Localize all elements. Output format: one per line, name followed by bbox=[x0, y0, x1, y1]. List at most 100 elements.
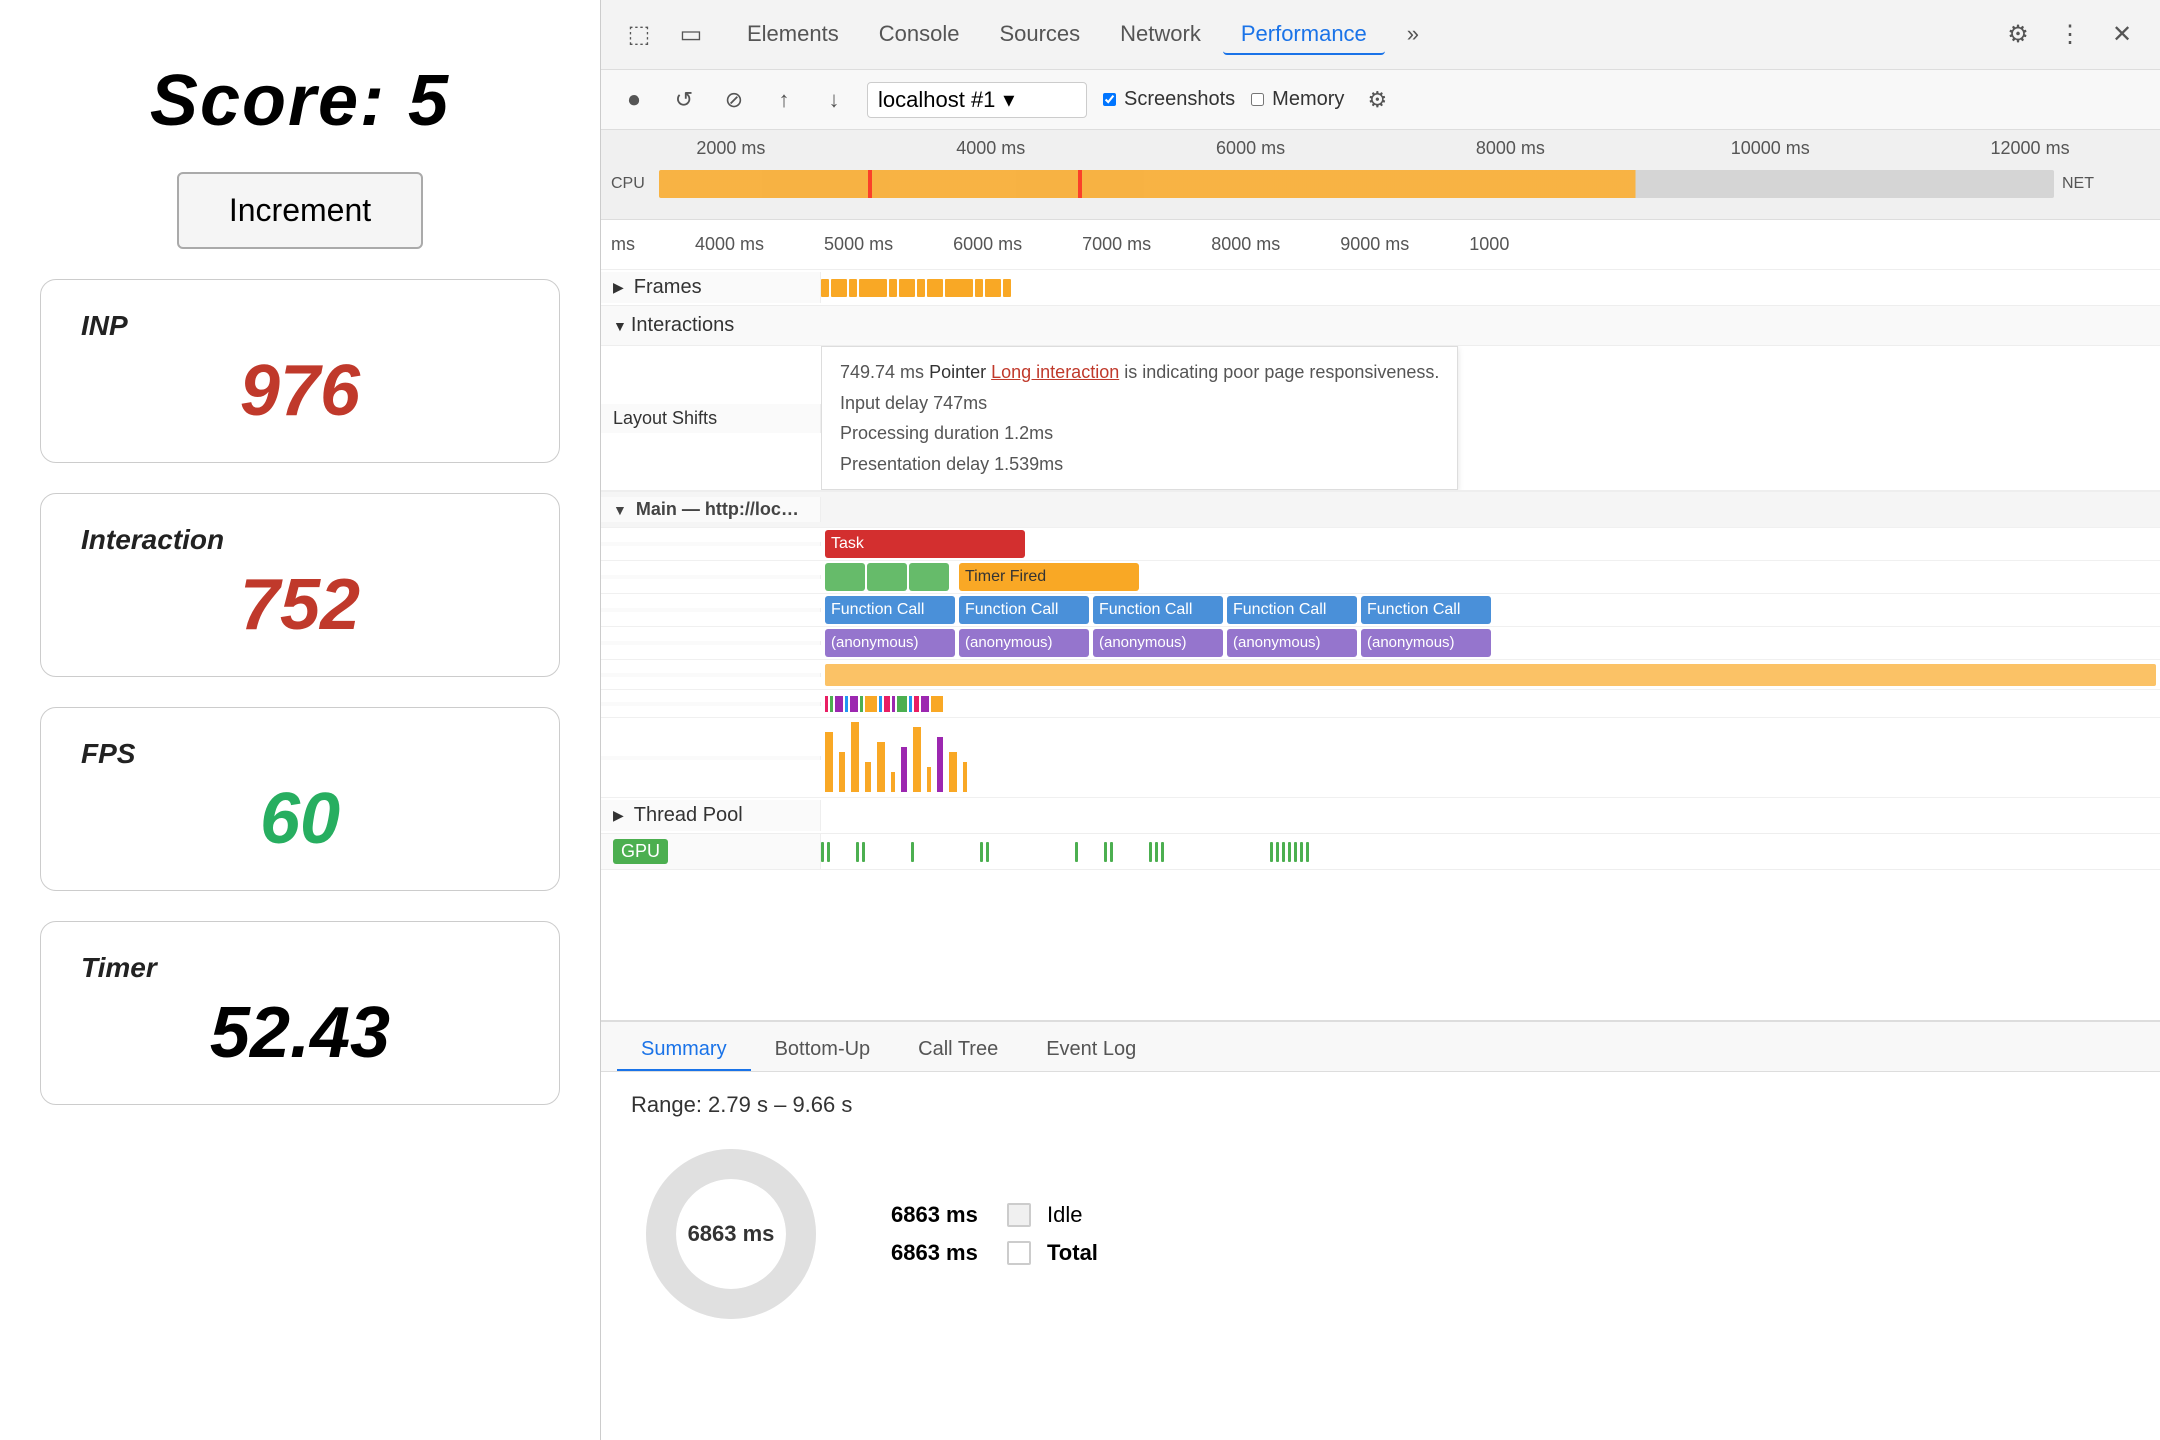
donut-chart: 6863 ms bbox=[631, 1134, 831, 1334]
download-button[interactable]: ↓ bbox=[817, 83, 851, 117]
long-yellow-label bbox=[601, 673, 821, 677]
gpu-bar-16 bbox=[1282, 842, 1285, 862]
screenshots-checkbox[interactable] bbox=[1103, 93, 1116, 106]
more-icon[interactable]: ⋮ bbox=[2052, 17, 2088, 53]
devtools-icon-group: ⬚ ▭ bbox=[621, 17, 709, 53]
inp-value: 976 bbox=[81, 350, 519, 432]
green-block-1 bbox=[825, 563, 865, 591]
tab-call-tree[interactable]: Call Tree bbox=[894, 1030, 1022, 1071]
device-icon[interactable]: ▭ bbox=[673, 17, 709, 53]
tab-network[interactable]: Network bbox=[1102, 15, 1219, 55]
clear-button[interactable]: ⊘ bbox=[717, 83, 751, 117]
tab-performance[interactable]: Performance bbox=[1223, 15, 1385, 55]
tick-7000: 7000 ms bbox=[1082, 234, 1151, 255]
tab-summary[interactable]: Summary bbox=[617, 1030, 751, 1071]
fc-block-4[interactable]: Function Call bbox=[1227, 596, 1357, 624]
anon-block-1[interactable]: (anonymous) bbox=[825, 629, 955, 657]
fps-value: 60 bbox=[81, 778, 519, 860]
url-dropdown-icon[interactable]: ▾ bbox=[1003, 87, 1014, 113]
summary-body: 6863 ms 6863 ms Idle 6863 ms Total bbox=[631, 1134, 2130, 1334]
layout-shifts-label: Layout Shifts bbox=[601, 404, 821, 433]
tiny-bar-1 bbox=[825, 696, 828, 712]
gpu-bar-8 bbox=[1075, 842, 1078, 862]
task-block[interactable]: Task bbox=[825, 530, 1025, 558]
settings-icon[interactable]: ⚙ bbox=[2000, 17, 2036, 53]
ruler-labels-top: 2000 ms 4000 ms 6000 ms 8000 ms 10000 ms… bbox=[601, 138, 2160, 159]
frames-label: ▶ Frames bbox=[601, 272, 821, 303]
timer-fired-row: Timer Fired bbox=[601, 561, 2160, 594]
tiny-bar-8 bbox=[879, 696, 882, 712]
ycol-6 bbox=[891, 772, 895, 792]
interaction-label: Interaction bbox=[81, 524, 519, 556]
tab-elements[interactable]: Elements bbox=[729, 15, 857, 55]
main-section-label: ▼ Main — http://localhost:5 bbox=[601, 497, 821, 522]
upload-button[interactable]: ↑ bbox=[767, 83, 801, 117]
fc-block-3[interactable]: Function Call bbox=[1093, 596, 1223, 624]
tick-1000: 1000 bbox=[1469, 234, 1509, 255]
gpu-bar-18 bbox=[1294, 842, 1297, 862]
tiny-bar-13 bbox=[914, 696, 919, 712]
memory-checkbox[interactable] bbox=[1251, 93, 1264, 106]
dense-row-1 bbox=[601, 690, 2160, 718]
fc-block-1[interactable]: Function Call bbox=[825, 596, 955, 624]
gpu-bar-15 bbox=[1276, 842, 1279, 862]
inspect-icon[interactable]: ⬚ bbox=[621, 17, 657, 53]
donut-center: 6863 ms bbox=[688, 1221, 775, 1247]
ruler-6000: 6000 ms bbox=[1121, 138, 1381, 159]
fc-block-2[interactable]: Function Call bbox=[959, 596, 1089, 624]
popup-timing: 749.74 ms bbox=[840, 362, 924, 382]
devtools-panel: ⬚ ▭ Elements Console Sources Network Per… bbox=[600, 0, 2160, 1440]
frames-content bbox=[821, 279, 2160, 297]
summary-legend: 6863 ms Idle 6863 ms Total bbox=[891, 1202, 1098, 1266]
increment-button[interactable]: Increment bbox=[177, 172, 423, 249]
fc-block-5[interactable]: Function Call bbox=[1361, 596, 1491, 624]
dense-label-1 bbox=[601, 702, 821, 706]
tiny-bar-2 bbox=[830, 696, 833, 712]
close-icon[interactable]: ✕ bbox=[2104, 17, 2140, 53]
anon-block-2[interactable]: (anonymous) bbox=[959, 629, 1089, 657]
range-text: Range: 2.79 s – 9.66 s bbox=[631, 1092, 2130, 1118]
tab-more[interactable]: » bbox=[1389, 15, 1437, 55]
tab-event-log[interactable]: Event Log bbox=[1022, 1030, 1160, 1071]
tracks-area[interactable]: ▶ Frames bbox=[601, 270, 2160, 1020]
green-block-2 bbox=[867, 563, 907, 591]
tab-sources[interactable]: Sources bbox=[981, 15, 1098, 55]
gpu-bar-5 bbox=[911, 842, 914, 862]
green-block-3 bbox=[909, 563, 949, 591]
timeline-area: 2000 ms 4000 ms 6000 ms 8000 ms 10000 ms… bbox=[601, 130, 2160, 1440]
tiny-bar-7 bbox=[865, 696, 877, 712]
tab-console[interactable]: Console bbox=[861, 15, 978, 55]
ycol-7 bbox=[901, 747, 907, 792]
tick-8000: 8000 ms bbox=[1211, 234, 1280, 255]
long-yellow-content bbox=[821, 662, 2160, 688]
layout-shifts-content: 749.74 ms Pointer Long interaction is in… bbox=[821, 346, 2160, 490]
anon-block-4[interactable]: (anonymous) bbox=[1227, 629, 1357, 657]
fc-content-1: Function Call Function Call Function Cal… bbox=[821, 594, 2160, 626]
devtools-toolbar: ⏺ ↺ ⊘ ↑ ↓ localhost #1 ▾ Screenshots Mem… bbox=[601, 70, 2160, 130]
reload-button[interactable]: ↺ bbox=[667, 83, 701, 117]
tab-bottom-up[interactable]: Bottom-Up bbox=[751, 1030, 895, 1071]
ycol-3 bbox=[851, 722, 859, 792]
devtools-tabs: Elements Console Sources Network Perform… bbox=[729, 15, 1980, 55]
ruler-12000: 12000 ms bbox=[1900, 138, 2160, 159]
popup-input-delay: Input delay 747ms bbox=[840, 393, 987, 413]
gpu-bar-20 bbox=[1306, 842, 1309, 862]
thread-pool-content bbox=[821, 798, 2160, 833]
long-yellow-bar bbox=[825, 664, 2156, 686]
ruler-4000: 4000 ms bbox=[861, 138, 1121, 159]
gpu-bar-12 bbox=[1155, 842, 1158, 862]
ruler-8000: 8000 ms bbox=[1380, 138, 1640, 159]
timer-fired-block[interactable]: Timer Fired bbox=[959, 563, 1139, 591]
devtools-settings-icons: ⚙ ⋮ ✕ bbox=[2000, 17, 2140, 53]
anon-block-3[interactable]: (anonymous) bbox=[1093, 629, 1223, 657]
url-bar: localhost #1 ▾ bbox=[867, 82, 1087, 118]
long-interaction-link[interactable]: Long interaction bbox=[991, 362, 1119, 382]
gpu-bar-2 bbox=[827, 842, 830, 862]
record-button[interactable]: ⏺ bbox=[617, 83, 651, 117]
main-section: ▼ Main — http://localhost:5 Task bbox=[601, 492, 2160, 798]
anon-block-5[interactable]: (anonymous) bbox=[1361, 629, 1491, 657]
memory-label: Memory bbox=[1272, 88, 1344, 111]
tiny-bar-6 bbox=[860, 696, 863, 712]
task-row: Task bbox=[601, 528, 2160, 561]
more-settings-icon[interactable]: ⚙ bbox=[1360, 83, 1394, 117]
